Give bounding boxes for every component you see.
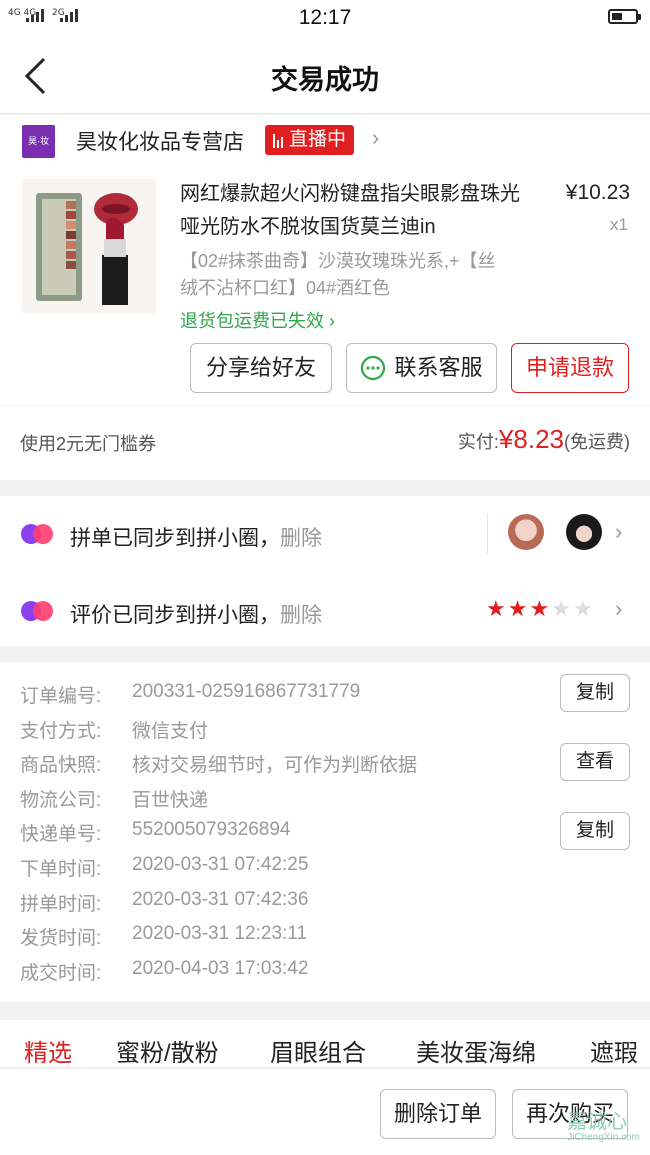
star-empty-icon: ★ <box>551 596 571 621</box>
order-sync-text: 拼单已同步到拼小圈， <box>70 527 280 550</box>
info-label: 订单编号: <box>20 686 102 707</box>
star-filled-icon: ★ <box>486 596 506 621</box>
contact-service-label: 联系客服 <box>394 355 483 380</box>
order-product-card: 昊·妆 昊妆化妆品专营店 直播中 › 网红爆款超火闪粉键盘指尖眼影盘珠光哑光防水… <box>0 115 650 405</box>
info-value: 2020-03-31 07:42:25 <box>132 854 309 875</box>
payment-summary: 使用2元无门槛券 实付:¥8.23(免运费) <box>0 406 650 480</box>
tab-brow-eye[interactable]: 眉眼组合 <box>270 1033 366 1068</box>
status-bar: 4G 4G 2G 12:17 <box>0 0 650 36</box>
watermark: 嘉诚心 JiChengXin.com <box>567 1105 640 1143</box>
live-badge-label: 直播中 <box>289 129 347 150</box>
live-badge[interactable]: 直播中 <box>265 125 355 155</box>
order-sync-delete[interactable]: 删除 <box>280 527 322 550</box>
contact-service-button[interactable]: 联系客服 <box>346 343 497 393</box>
copy-button[interactable]: 复制 <box>560 674 630 712</box>
clock: 12:17 <box>298 6 352 29</box>
avatar[interactable] <box>508 514 544 550</box>
copy-button[interactable]: 复制 <box>560 812 630 851</box>
sync-section: 拼单已同步到拼小圈，删除 › 评价已同步到拼小圈，删除 ★ ★ ★ ★ ★ › <box>0 496 650 646</box>
info-label: 拼单时间: <box>20 893 102 915</box>
info-label: 成交时间: <box>20 962 102 984</box>
info-value: 百世快递 <box>132 789 209 811</box>
order-info-section: 订单编号: 200331-025916867731779 复制 支付方式: 微信支付 商品… <box>0 662 650 1002</box>
info-value: 552005079326894 <box>132 819 291 841</box>
paid-amount: ¥8.23 <box>498 424 564 454</box>
info-value: 微信支付 <box>132 720 209 742</box>
share-button[interactable]: 分享给好友 <box>190 343 332 393</box>
refund-shipping-note[interactable]: 退货包运费已失效 › <box>180 307 335 333</box>
product-title[interactable]: 网红爆款超火闪粉键盘指尖眼影盘珠光哑光防水不脱妆国货莫兰迪in <box>180 178 525 244</box>
paid-label: 实付: <box>457 432 499 452</box>
tab-sponge[interactable]: 美妆蛋海绵 <box>416 1033 536 1068</box>
chat-icon <box>361 355 386 381</box>
review-sync-row[interactable]: 评价已同步到拼小圈，删除 <box>70 599 322 629</box>
product-quantity: x1 <box>610 215 628 234</box>
info-value: 2020-04-03 17:03:42 <box>132 957 309 979</box>
info-label: 快递单号: <box>20 824 102 846</box>
tab-concealer[interactable]: 遮瑕 <box>590 1033 638 1068</box>
star-filled-icon: ★ <box>529 596 550 621</box>
product-thumbnail[interactable] <box>22 179 156 313</box>
info-label: 支付方式: <box>20 720 102 742</box>
live-icon <box>273 132 283 148</box>
chevron-right-icon[interactable]: › <box>615 596 622 622</box>
info-value: 200331-025916867731779 <box>132 681 361 702</box>
coupon-text: 使用2元无门槛券 <box>20 434 157 454</box>
star-filled-icon: ★ <box>507 596 528 621</box>
refund-button[interactable]: 申请退款 <box>511 343 629 393</box>
order-sync-row[interactable]: 拼单已同步到拼小圈，删除 <box>70 522 322 552</box>
pinxiaoquan-icon <box>21 601 53 621</box>
pinxiaoquan-icon <box>21 524 53 544</box>
info-value: 核对交易细节时，可作为判断依据 <box>132 755 418 777</box>
store-name[interactable]: 昊妆化妆品专营店 <box>76 126 244 156</box>
bottom-action-bar: 删除订单 再次购买 <box>0 1069 650 1155</box>
info-label: 商品快照: <box>20 755 102 777</box>
chevron-right-icon: › <box>324 311 335 331</box>
view-snapshot-button[interactable]: 查看 <box>560 743 630 782</box>
store-logo: 昊·妆 <box>22 125 55 158</box>
product-price: ¥10.23 <box>565 181 630 204</box>
info-value: 2020-03-31 07:42:36 <box>132 888 309 910</box>
watermark-url: JiChengXin.com <box>567 1132 640 1143</box>
rating-stars: ★ ★ ★ ★ ★ <box>486 596 593 622</box>
divider <box>487 514 488 554</box>
recommend-tabs: 精选 蜜粉/散粉 眉眼组合 美妆蛋海绵 遮瑕 <box>0 1020 650 1068</box>
battery-icon <box>608 9 641 24</box>
tab-powder[interactable]: 蜜粉/散粉 <box>116 1033 219 1068</box>
chevron-right-icon[interactable]: › <box>372 125 379 151</box>
tab-featured[interactable]: 精选 <box>24 1033 72 1068</box>
refund-note-label: 退货包运费已失效 <box>180 311 324 331</box>
delete-order-button[interactable]: 删除订单 <box>380 1089 496 1139</box>
chevron-right-icon[interactable]: › <box>615 519 622 545</box>
nav-bar: 交易成功 <box>0 36 650 114</box>
review-sync-text: 评价已同步到拼小圈， <box>70 604 280 627</box>
info-label: 发货时间: <box>20 928 102 950</box>
avatar[interactable] <box>566 514 602 550</box>
paid-note: (免运费) <box>564 432 630 452</box>
star-empty-icon: ★ <box>572 596 593 621</box>
info-label: 物流公司: <box>20 789 102 811</box>
watermark-text: 嘉诚心 <box>567 1111 628 1133</box>
review-sync-delete[interactable]: 删除 <box>280 604 322 627</box>
paid-summary: 实付:¥8.23(免运费) <box>458 424 630 455</box>
info-label: 下单时间: <box>20 859 102 880</box>
page-title: 交易成功 <box>271 65 379 95</box>
info-value: 2020-03-31 12:23:11 <box>132 923 308 945</box>
product-variant: 【02#抹茶曲奇】沙漠玫瑰珠光系,+【丝绒不沾杯口红】04#酒红色 <box>180 251 496 298</box>
